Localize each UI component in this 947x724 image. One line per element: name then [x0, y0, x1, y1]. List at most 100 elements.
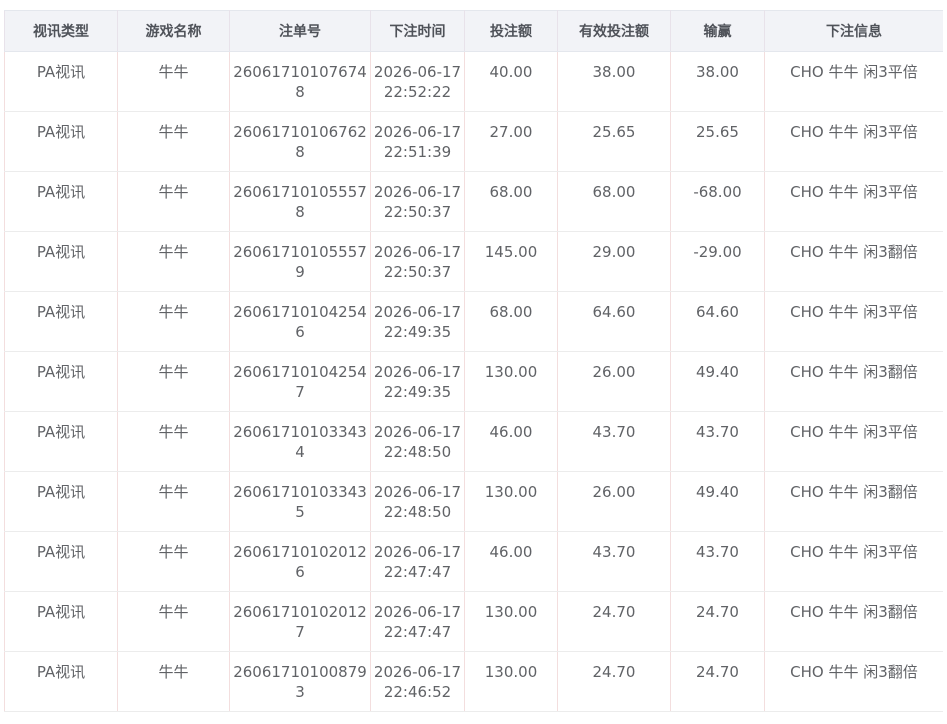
- cell-bet-time: 2026-06-17 22:48:50: [370, 411, 465, 472]
- cell-valid-bet: 64.60: [557, 291, 671, 352]
- cell-bet-time: 2026-06-17 22:51:39: [370, 111, 465, 172]
- cell-order-number: 260617101020126: [229, 531, 371, 592]
- table-header: 视讯类型 游戏名称 注单号 下注时间 投注额 有效投注额 输赢 下注信息: [4, 10, 943, 52]
- cell-bet-amount: 46.00: [464, 531, 558, 592]
- cell-order-number: 260617101042547: [229, 351, 371, 412]
- cell-bet-amount: 40.00: [464, 51, 558, 112]
- cell-live-type: PA视讯: [4, 591, 118, 652]
- cell-bet-info: CHO 牛牛 闲3平倍: [764, 291, 943, 352]
- cell-valid-bet: 26.00: [557, 471, 671, 532]
- cell-game-name: 牛牛: [117, 231, 230, 292]
- cell-bet-time: 2026-06-17 22:50:37: [370, 171, 465, 232]
- cell-live-type: PA视讯: [4, 291, 118, 352]
- cell-game-name: 牛牛: [117, 591, 230, 652]
- cell-bet-time: 2026-06-17 22:50:37: [370, 231, 465, 292]
- cell-bet-amount: 130.00: [464, 471, 558, 532]
- cell-bet-info: CHO 牛牛 闲3平倍: [764, 171, 943, 232]
- table-body: PA视讯 牛牛 260617101076748 2026-06-17 22:52:22…: [4, 51, 943, 712]
- bet-records-table-container: 视讯类型 游戏名称 注单号 下注时间 投注额 有效投注额 输赢 下注信息 PA视…: [4, 10, 943, 724]
- cell-live-type: PA视讯: [4, 111, 118, 172]
- cell-game-name: 牛牛: [117, 651, 230, 712]
- cell-game-name: 牛牛: [117, 51, 230, 112]
- column-header-win-loss: 输赢: [670, 10, 765, 52]
- cell-order-number: 260617101008793: [229, 651, 371, 712]
- column-header-bet-time: 下注时间: [370, 10, 465, 52]
- cell-bet-time: 2026-06-17 22:47:47: [370, 531, 465, 592]
- cell-live-type: PA视讯: [4, 651, 118, 712]
- cell-valid-bet: 43.70: [557, 531, 671, 592]
- column-header-valid-bet: 有效投注额: [557, 10, 671, 52]
- table-row: PA视讯 牛牛 260617101020127 2026-06-17 22:47:47…: [4, 591, 943, 652]
- cell-bet-time: 2026-06-17 22:49:35: [370, 351, 465, 412]
- cell-bet-info: CHO 牛牛 闲3翻倍: [764, 351, 943, 412]
- table-row: PA视讯 牛牛 260617101020126 2026-06-17 22:47:47…: [4, 531, 943, 592]
- cell-live-type: PA视讯: [4, 51, 118, 112]
- cell-live-type: PA视讯: [4, 411, 118, 472]
- cell-bet-amount: 68.00: [464, 171, 558, 232]
- cell-valid-bet: 43.70: [557, 411, 671, 472]
- cell-live-type: PA视讯: [4, 231, 118, 292]
- cell-bet-time: 2026-06-17 22:52:22: [370, 51, 465, 112]
- cell-order-number: 260617101033434: [229, 411, 371, 472]
- cell-bet-info: CHO 牛牛 闲3平倍: [764, 531, 943, 592]
- cell-game-name: 牛牛: [117, 291, 230, 352]
- cell-valid-bet: 38.00: [557, 51, 671, 112]
- cell-bet-info: CHO 牛牛 闲3平倍: [764, 51, 943, 112]
- table-row: PA视讯 牛牛 260617101055579 2026-06-17 22:50:37…: [4, 231, 943, 292]
- cell-order-number: 260617101055579: [229, 231, 371, 292]
- cell-win-loss: -68.00: [670, 171, 765, 232]
- cell-win-loss: 49.40: [670, 351, 765, 412]
- cell-game-name: 牛牛: [117, 111, 230, 172]
- header-row: 视讯类型 游戏名称 注单号 下注时间 投注额 有效投注额 输赢 下注信息: [4, 10, 943, 52]
- bet-records-table: 视讯类型 游戏名称 注单号 下注时间 投注额 有效投注额 输赢 下注信息 PA视…: [4, 10, 943, 712]
- cell-bet-info: CHO 牛牛 闲3翻倍: [764, 231, 943, 292]
- cell-bet-info: CHO 牛牛 闲3翻倍: [764, 591, 943, 652]
- table-row: PA视讯 牛牛 260617101033435 2026-06-17 22:48:50…: [4, 471, 943, 532]
- table-row: PA视讯 牛牛 260617101033434 2026-06-17 22:48:50…: [4, 411, 943, 472]
- cell-bet-amount: 130.00: [464, 351, 558, 412]
- cell-win-loss: -29.00: [670, 231, 765, 292]
- cell-live-type: PA视讯: [4, 351, 118, 412]
- table-row: PA视讯 牛牛 260617101042546 2026-06-17 22:49:35…: [4, 291, 943, 352]
- cell-order-number: 260617101033435: [229, 471, 371, 532]
- cell-bet-time: 2026-06-17 22:49:35: [370, 291, 465, 352]
- cell-order-number: 260617101055578: [229, 171, 371, 232]
- cell-valid-bet: 26.00: [557, 351, 671, 412]
- cell-bet-info: CHO 牛牛 闲3翻倍: [764, 471, 943, 532]
- cell-valid-bet: 24.70: [557, 591, 671, 652]
- cell-bet-amount: 130.00: [464, 651, 558, 712]
- cell-order-number: 260617101076748: [229, 51, 371, 112]
- cell-game-name: 牛牛: [117, 351, 230, 412]
- cell-win-loss: 43.70: [670, 411, 765, 472]
- cell-win-loss: 64.60: [670, 291, 765, 352]
- cell-win-loss: 24.70: [670, 591, 765, 652]
- table-row: PA视讯 牛牛 260617101067628 2026-06-17 22:51:39…: [4, 111, 943, 172]
- cell-bet-amount: 130.00: [464, 591, 558, 652]
- cell-bet-amount: 145.00: [464, 231, 558, 292]
- cell-win-loss: 38.00: [670, 51, 765, 112]
- cell-bet-amount: 68.00: [464, 291, 558, 352]
- cell-bet-time: 2026-06-17 22:48:50: [370, 471, 465, 532]
- cell-bet-info: CHO 牛牛 闲3平倍: [764, 111, 943, 172]
- cell-bet-info: CHO 牛牛 闲3翻倍: [764, 651, 943, 712]
- column-header-live-type: 视讯类型: [4, 10, 118, 52]
- column-header-bet-amount: 投注额: [464, 10, 558, 52]
- cell-valid-bet: 24.70: [557, 651, 671, 712]
- cell-win-loss: 25.65: [670, 111, 765, 172]
- cell-game-name: 牛牛: [117, 171, 230, 232]
- column-header-bet-info: 下注信息: [764, 10, 943, 52]
- table-row: PA视讯 牛牛 260617101076748 2026-06-17 22:52:22…: [4, 51, 943, 112]
- table-row: PA视讯 牛牛 260617101008793 2026-06-17 22:46:52…: [4, 651, 943, 712]
- table-row: PA视讯 牛牛 260617101055578 2026-06-17 22:50:37…: [4, 171, 943, 232]
- cell-valid-bet: 25.65: [557, 111, 671, 172]
- cell-game-name: 牛牛: [117, 411, 230, 472]
- cell-valid-bet: 68.00: [557, 171, 671, 232]
- cell-order-number: 260617101020127: [229, 591, 371, 652]
- cell-bet-amount: 46.00: [464, 411, 558, 472]
- column-header-game-name: 游戏名称: [117, 10, 230, 52]
- cell-bet-time: 2026-06-17 22:46:52: [370, 651, 465, 712]
- cell-win-loss: 49.40: [670, 471, 765, 532]
- cell-bet-time: 2026-06-17 22:47:47: [370, 591, 465, 652]
- cell-live-type: PA视讯: [4, 531, 118, 592]
- cell-game-name: 牛牛: [117, 471, 230, 532]
